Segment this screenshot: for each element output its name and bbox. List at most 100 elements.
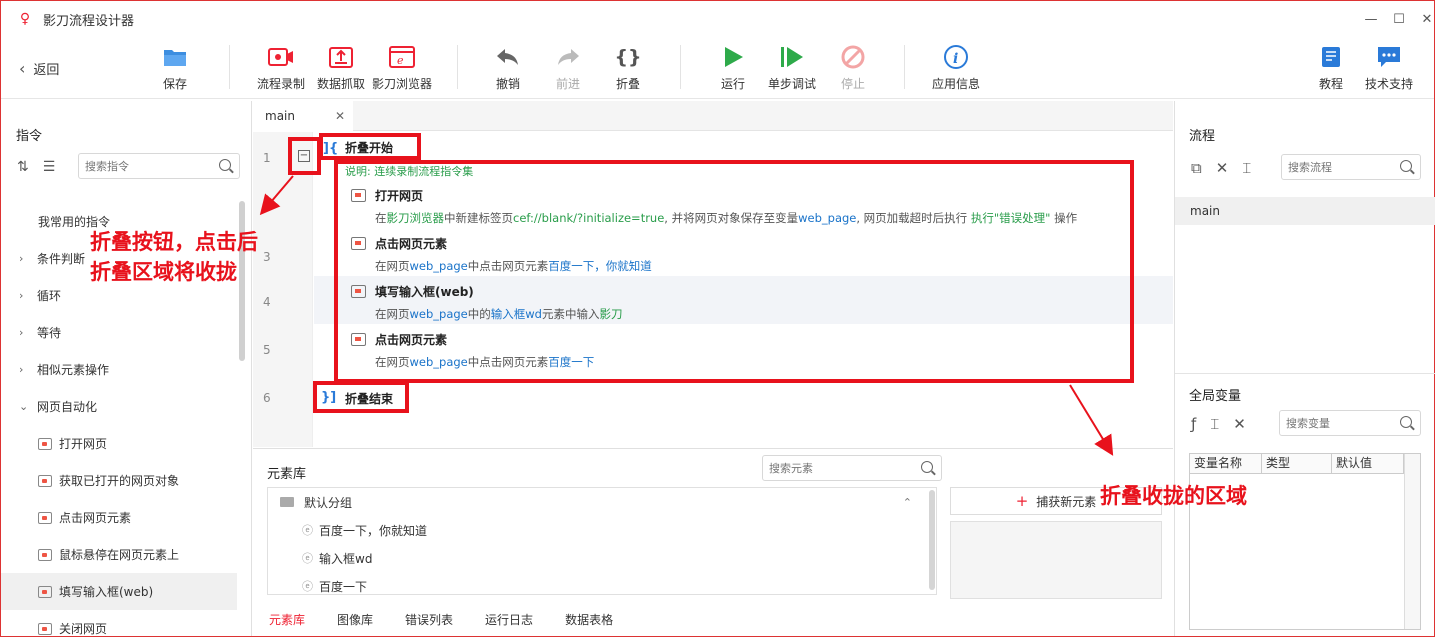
app-info-button[interactable]: i 应用信息 [932, 43, 980, 92]
redo-button[interactable]: 前进 [554, 43, 582, 92]
line-number: 2 [263, 200, 271, 214]
command-title: 点击网页元素 [375, 237, 448, 251]
tree-item-open-page[interactable]: 打开网页 [1, 425, 237, 462]
minimize-icon[interactable]: — [1361, 9, 1381, 29]
editor-tabs: main ✕ [253, 101, 1173, 131]
braces-icon: {} [614, 46, 642, 68]
info-icon: i [942, 43, 970, 71]
ie-icon: ⓔ [302, 524, 313, 537]
close-icon[interactable]: ✕ [1417, 9, 1435, 29]
record-button[interactable]: 流程录制 [257, 43, 305, 92]
delete-icon[interactable]: ✕ [1216, 159, 1229, 177]
command-click-element[interactable]: 点击网页元素 在网页web_page中点击网页元素百度一下，你就知道 [351, 235, 652, 274]
tutorial-button[interactable]: 教程 [1317, 43, 1345, 92]
window-title: 影刀流程设计器 [43, 13, 135, 29]
element-library-title: 元素库 [267, 467, 307, 482]
search-icon[interactable] [219, 159, 231, 171]
support-button[interactable]: 技术支持 [1365, 43, 1413, 92]
stop-button[interactable]: 停止 [839, 43, 867, 92]
command-search [78, 153, 240, 179]
command-click-element-2[interactable]: 点击网页元素 在网页web_page中点击网页元素百度一下 [351, 331, 594, 370]
element-item[interactable]: ⓔ 输入框wd [268, 544, 936, 572]
function-add-icon[interactable]: ƒ [1191, 415, 1196, 433]
tree-item-close-page[interactable]: 关闭网页 [1, 610, 237, 636]
tree-item-similar-elements[interactable]: › 相似元素操作 [1, 351, 237, 388]
element-item[interactable]: ⓔ 百度一下 [268, 572, 936, 600]
chevron-left-icon: ‹ [19, 59, 26, 78]
undo-button[interactable]: 撤销 [494, 43, 522, 92]
tree-item-get-opened-page[interactable]: 获取已打开的网页对象 [1, 462, 237, 499]
fold-end-title[interactable]: 折叠结束 [345, 390, 393, 407]
chevron-up-icon[interactable]: ⌃ [903, 496, 912, 509]
tree-item-label: 网页自动化 [37, 400, 98, 414]
command-fill-input[interactable]: 填写输入框(web) 在网页web_page中的输入框wd元素中输入影刀 [351, 283, 622, 322]
rename-icon[interactable]: ⌶ [1242, 159, 1251, 177]
annotation-line: 折叠按钮，点击后 [90, 230, 258, 254]
fold-end-icon: }] [321, 390, 337, 405]
command-desc: 在影刀浏览器中新建标签页cef://blank/?initialize=true… [375, 211, 1078, 225]
element-group-label: 默认分组 [304, 495, 353, 510]
save-button[interactable]: 保存 [161, 43, 189, 92]
ie-icon: ⓔ [302, 580, 313, 593]
tab-image-library[interactable]: 图像库 [337, 611, 373, 628]
sort-icon[interactable]: ⇅ [17, 159, 29, 175]
search-icon[interactable] [1400, 160, 1412, 172]
fold-start-title[interactable]: 折叠开始 [345, 139, 393, 156]
window-controls: — ☐ ✕ [1353, 9, 1435, 29]
tree-item-label: 鼠标悬停在网页元素上 [59, 548, 180, 562]
tree-item-fill-input[interactable]: 填写输入框(web) [1, 573, 237, 610]
var-col-type[interactable]: 类型 [1262, 454, 1332, 473]
svg-text:e: e [397, 54, 404, 67]
tab-main[interactable]: main ✕ [253, 101, 353, 131]
app-logo-icon: ♀ [19, 11, 31, 27]
tree-item-web-automation[interactable]: ⌄ 网页自动化 [1, 388, 237, 425]
close-tab-icon[interactable]: ✕ [335, 109, 345, 123]
tree-item-hover-element[interactable]: 鼠标悬停在网页元素上 [1, 536, 237, 573]
command-desc: 在网页web_page中的输入框wd元素中输入影刀 [375, 307, 623, 321]
element-item[interactable]: ⓔ 百度一下，你就知道 [268, 516, 936, 544]
svg-text:i: i [953, 51, 958, 67]
command-panel-tools: ⇅ ☰ [17, 159, 55, 175]
tree-item-click-element[interactable]: 点击网页元素 [1, 499, 237, 536]
data-capture-button[interactable]: 数据抓取 [317, 43, 365, 92]
layers-add-icon[interactable]: ⧉ [1191, 159, 1202, 177]
flow-item-main[interactable]: main [1175, 197, 1435, 225]
search-icon[interactable] [921, 461, 933, 473]
toolbar-divider [904, 45, 905, 89]
step-debug-button[interactable]: 单步调试 [768, 43, 816, 92]
command-open-page[interactable]: 打开网页 在影刀浏览器中新建标签页cef://blank/?initialize… [351, 187, 1077, 226]
command-search-input[interactable] [85, 159, 239, 173]
rename-icon[interactable]: ⌶ [1210, 415, 1219, 433]
line-number: 6 [263, 391, 271, 405]
stop-label: 停止 [840, 77, 865, 91]
tab-element-library[interactable]: 元素库 [269, 611, 305, 628]
fold-start-note: 说明: 连续录制流程指令集 [345, 165, 474, 178]
element-group[interactable]: 默认分组 ⌃ [268, 488, 936, 516]
element-search-input[interactable] [769, 461, 941, 475]
chevron-right-icon: › [19, 289, 24, 302]
tab-data-table[interactable]: 数据表格 [565, 611, 613, 628]
run-button[interactable]: 运行 [719, 43, 747, 92]
var-col-name[interactable]: 变量名称 [1190, 454, 1262, 473]
back-button[interactable]: ‹ 返回 [19, 59, 59, 78]
var-col-default[interactable]: 默认值 [1332, 454, 1404, 473]
tab-run-log[interactable]: 运行日志 [485, 611, 533, 628]
tree-item-label: 循环 [37, 289, 62, 303]
tree-item-wait[interactable]: › 等待 [1, 314, 237, 351]
element-library: 元素库 默认分组 ⌃ ⓔ 百度一下，你就知道 ⓔ 输入框wd ⓔ 百度一下 + 捕获新… [253, 448, 1173, 636]
delete-icon[interactable]: ✕ [1233, 415, 1246, 433]
record-label: 流程录制 [257, 77, 306, 91]
var-table-scrollbar[interactable] [1404, 454, 1420, 629]
chevron-right-icon: › [19, 252, 24, 265]
tab-error-list[interactable]: 错误列表 [405, 611, 453, 628]
annotation-fold-region: 折叠收拢的区域 [1100, 484, 1247, 508]
browser-button[interactable]: e 影刀浏览器 [372, 43, 432, 92]
fold-button[interactable]: {} 折叠 [614, 43, 642, 92]
list-icon[interactable]: ☰ [43, 159, 56, 175]
element-tree-scrollbar[interactable] [929, 490, 935, 590]
webpage-icon [38, 437, 52, 450]
fold-toggle-button[interactable]: − [298, 150, 310, 162]
maximize-icon[interactable]: ☐ [1389, 9, 1409, 29]
search-icon[interactable] [1400, 416, 1412, 428]
command-title: 填写输入框(web) [375, 285, 474, 299]
